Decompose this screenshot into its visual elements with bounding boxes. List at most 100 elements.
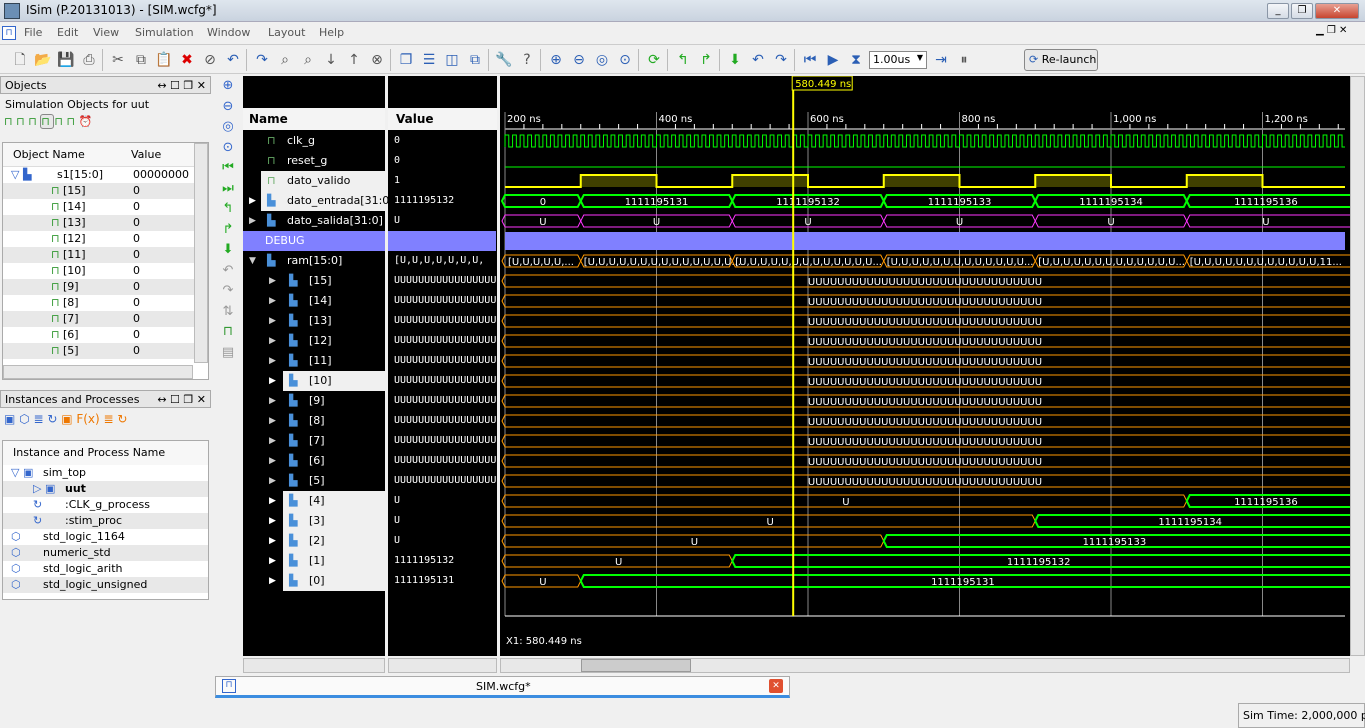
expand-arrow-icon[interactable]: ▶	[269, 551, 276, 571]
relaunch-button[interactable]: ⟳ Re-launch	[1024, 49, 1098, 71]
signal-row[interactable]: ▶ ▙ [14]	[269, 291, 385, 311]
divider-icon[interactable]: ▤	[216, 343, 240, 364]
signal-row[interactable]: ▶ ▙ [9]	[269, 391, 385, 411]
signal-row[interactable]: ▶ ▙ [1]	[269, 551, 385, 571]
object-row[interactable]: ⊓ [13] 0	[3, 215, 208, 231]
pause-icon[interactable]: ⏸	[954, 50, 974, 70]
objects-vscrollbar[interactable]	[194, 143, 208, 363]
expand-arrow-icon[interactable]: ▶	[249, 211, 256, 231]
signal-row[interactable]: ⊓ dato_valido	[261, 171, 385, 191]
signal-row[interactable]: ▶ ▙ [10]	[269, 371, 385, 391]
wrench-icon[interactable]: 🔧	[494, 50, 514, 70]
marker-icon[interactable]: ⬇	[725, 50, 745, 70]
cascade-icon[interactable]: ❐	[396, 50, 416, 70]
save-icon[interactable]: 💾	[56, 50, 76, 70]
objects-hscrollbar[interactable]	[3, 365, 193, 379]
instance-row[interactable]: ⬡ std_logic_1164	[3, 529, 208, 545]
collapse-arrow-icon[interactable]: ▼	[249, 251, 256, 271]
waveform-[6][interactable]: UUUUUUUUUUUUUUUUUUUUUUUUUUUUUUUU	[501, 454, 1350, 468]
signal-row[interactable]: ▶ ▙ [5]	[269, 471, 385, 491]
go-to-start-icon[interactable]: ⏮	[216, 158, 240, 179]
signal-row[interactable]: ▶ ▙ [7]	[269, 431, 385, 451]
instance-row[interactable]: ⬡ std_logic_unsigned	[3, 577, 208, 593]
redo-icon[interactable]: ↷	[252, 50, 272, 70]
panel-controls[interactable]: ↔ ☐ ❐ ✕	[157, 79, 206, 92]
panel-controls[interactable]: ↔ ☐ ❐ ✕	[157, 393, 206, 406]
zoom-fit-icon[interactable]: ◎	[592, 50, 612, 70]
waveform-ram[15:0][interactable]: [U,U,U,U,U,... [U,U,U,U,U,U,U,U,U,U,U,U,U…	[501, 254, 1350, 268]
down-icon[interactable]: ↓	[321, 50, 341, 70]
waveform-[15][interactable]: UUUUUUUUUUUUUUUUUUUUUUUUUUUUUUUU	[501, 274, 1350, 288]
chevron-down-icon[interactable]: ▼	[917, 53, 923, 62]
maximize-button[interactable]: ❐	[1291, 3, 1313, 19]
restart-icon[interactable]: ⏮	[800, 50, 820, 70]
value-hscrollbar[interactable]	[388, 658, 497, 673]
waveform-[10][interactable]: UUUUUUUUUUUUUUUUUUUUUUUUUUUUUUUU	[501, 374, 1350, 388]
zoom-in-icon[interactable]: ⊕	[216, 76, 240, 97]
expand-arrow-icon[interactable]: ▶	[269, 311, 276, 331]
expand-arrow-icon[interactable]: ▶	[269, 431, 276, 451]
signal-row[interactable]: ▶ ▙ [12]	[269, 331, 385, 351]
waveform-dato_salida[31:0][interactable]: UUUUUU	[501, 214, 1350, 228]
expand-arrow-icon[interactable]: ▶	[269, 571, 276, 591]
expand-arrow-icon[interactable]: ▶	[269, 351, 276, 371]
zoom-out-icon[interactable]: ⊖	[569, 50, 589, 70]
menu-edit[interactable]: Edit	[57, 26, 78, 39]
value-column-header[interactable]: Value	[388, 108, 497, 130]
waveform-clk_g[interactable]	[504, 134, 1345, 148]
next-transition-icon[interactable]: ↱	[216, 220, 240, 241]
menu-file[interactable]: File	[24, 26, 42, 39]
signal-row[interactable]: ▶ ▙ [2]	[269, 531, 385, 551]
waveform-[5][interactable]: UUUUUUUUUUUUUUUUUUUUUUUUUUUUUUUU	[501, 474, 1350, 488]
col-value[interactable]: Value	[131, 148, 161, 161]
expand-arrow-icon[interactable]: ▶	[269, 371, 276, 391]
object-row[interactable]: ⊓ [8] 0	[3, 295, 208, 311]
open-icon[interactable]: 📂	[33, 50, 53, 70]
waveform-[14][interactable]: UUUUUUUUUUUUUUUUUUUUUUUUUUUUUUUU	[501, 294, 1350, 308]
waveform-[11][interactable]: UUUUUUUUUUUUUUUUUUUUUUUUUUUUUUUU	[501, 354, 1350, 368]
divider-debug[interactable]: DEBUG	[243, 231, 385, 251]
copy-icon[interactable]: ⧉	[131, 50, 151, 70]
menu-view[interactable]: View	[93, 26, 119, 39]
filter-inout-icon[interactable]: ⊓	[28, 115, 40, 128]
signal-row[interactable]: ▶ ▙ [6]	[269, 451, 385, 471]
tab-sim-wcfg[interactable]: ⊓ SIM.wcfg* ✕	[215, 676, 790, 698]
signal-row[interactable]: ▶ ▙ [3]	[269, 511, 385, 531]
go-to-end-icon[interactable]: ⏭	[216, 179, 240, 200]
context-help-icon[interactable]: ?	[517, 50, 537, 70]
undo-icon[interactable]: ↶	[223, 50, 243, 70]
waveform-[7][interactable]: UUUUUUUUUUUUUUUUUUUUUUUUUUUUUUUU	[501, 434, 1350, 448]
col-object-name[interactable]: Object Name	[3, 143, 131, 167]
expand-arrow-icon[interactable]: ▶	[269, 511, 276, 531]
object-row[interactable]: ⊓ [6] 0	[3, 327, 208, 343]
signal-row[interactable]: ▼ ▙ ram[15:0]	[249, 251, 385, 271]
find-in-files-icon[interactable]: ⌕	[298, 50, 318, 70]
signal-row[interactable]: ▶ ▙ [4]	[269, 491, 385, 511]
waveform-[8][interactable]: UUUUUUUUUUUUUUUUUUUUUUUUUUUUUUUU	[501, 414, 1350, 428]
signal-row[interactable]: ▶ ▙ [0]	[269, 571, 385, 591]
new-file-icon[interactable]: 🗋	[10, 50, 30, 70]
prev-transition-icon[interactable]: ↰	[216, 199, 240, 220]
instance-row[interactable]: ↻:CLK_g_process	[3, 497, 208, 513]
signal-row[interactable]: ⊓ clk_g	[261, 131, 385, 151]
signal-row[interactable]: ▶ ▙ [11]	[269, 351, 385, 371]
waveform-[0][interactable]: U 1111195131	[501, 574, 1350, 588]
waveform-[12][interactable]: UUUUUUUUUUUUUUUUUUUUUUUUUUUUUUUU	[501, 334, 1350, 348]
signal-row[interactable]: ▶ ▙ dato_salida[31:0]	[249, 211, 385, 231]
object-row[interactable]: ⊓ [9] 0	[3, 279, 208, 295]
close-button[interactable]: ✕	[1315, 3, 1359, 19]
zoom-cursor-icon[interactable]: ⊙	[615, 50, 635, 70]
zoom-cursor-icon[interactable]: ⊙	[216, 138, 240, 159]
instance-row[interactable]: ⬡ std_logic_arith	[3, 561, 208, 577]
tile-h-icon[interactable]: ☰	[419, 50, 439, 70]
delete-icon[interactable]: ✖	[177, 50, 197, 70]
name-hscrollbar[interactable]	[243, 658, 385, 673]
step-back-icon[interactable]: ↶	[748, 50, 768, 70]
waveform-[9][interactable]: UUUUUUUUUUUUUUUUUUUUUUUUUUUUUUUU	[501, 394, 1350, 408]
step-icon[interactable]: ⇥	[931, 50, 951, 70]
cut-icon[interactable]: ✂	[108, 50, 128, 70]
go-prev-icon[interactable]: ↰	[673, 50, 693, 70]
float-icon[interactable]: ⧉	[465, 50, 485, 70]
zoom-out-icon[interactable]: ⊖	[216, 97, 240, 118]
waveform-dato_valido[interactable]	[505, 174, 1345, 188]
